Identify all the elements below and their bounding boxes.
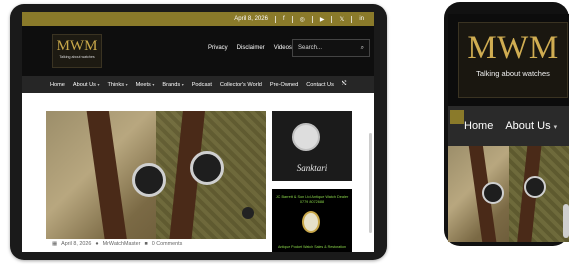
phone-screen: MWM Talking about watches Home About Us … [448, 14, 569, 242]
user-icon: ● [95, 241, 99, 247]
main-menu: Home About Us ▾ [448, 106, 569, 146]
divider [274, 15, 276, 23]
menu-item-label: About Us [505, 120, 551, 132]
divider [331, 15, 333, 23]
menu-item-meets[interactable]: Meets ▾ [136, 82, 155, 88]
menu-item-brands[interactable]: Brands ▾ [162, 82, 183, 88]
shuffle-icon[interactable]: ⤭ [342, 81, 346, 88]
divider [291, 15, 293, 23]
post-meta: ▦ April 8, 2026 ● MrWatchMaster ■ 0 Comm… [52, 241, 182, 247]
nav-disclaimer-link[interactable]: Disclaimer [237, 45, 265, 51]
logo-wordmark: MWM [467, 30, 559, 66]
menu-item-label: About Us [72, 81, 96, 88]
watch-image [482, 182, 504, 204]
ad-footer: Antique Pocket Watch Sales & Restoration [278, 245, 346, 249]
menu-item-label: Thinks [107, 81, 124, 88]
nav-videos-link[interactable]: Videos [274, 45, 292, 51]
ad-title: JC Barrett & Son Ltd Antique Watch Deale… [275, 195, 349, 204]
x-icon[interactable]: 𝕏 [339, 16, 344, 23]
chevron-down-icon: ▾ [97, 81, 100, 87]
comment-icon: ■ [144, 241, 148, 247]
watch-image [524, 176, 546, 198]
menu-item-thinks[interactable]: Thinks ▾ [108, 82, 128, 88]
facebook-icon[interactable]: f [283, 16, 285, 22]
scrollbar[interactable] [563, 204, 569, 238]
menu-item-home[interactable]: Home [464, 120, 493, 132]
menu-item-home[interactable]: Home [50, 82, 65, 88]
watch-image [292, 123, 320, 151]
top-bar-date: April 8, 2026 [234, 16, 268, 22]
sidebar-ad-pocket-watch[interactable]: JC Barrett & Son Ltd Antique Watch Deale… [272, 189, 352, 252]
secondary-nav: Privacy Disclaimer Videos [208, 45, 292, 51]
menu-item-label: Brands [162, 81, 181, 88]
button-image [242, 207, 254, 219]
youtube-icon[interactable]: ▶ [320, 16, 325, 23]
chevron-down-icon: ▾ [125, 81, 128, 87]
divider [351, 15, 353, 23]
chevron-down-icon: ▾ [553, 124, 558, 131]
menu-item-about-us[interactable]: About Us ▾ [505, 120, 557, 132]
post-date: April 8, 2026 [61, 241, 92, 247]
search-icon[interactable]: ⌕ [361, 45, 364, 52]
phone-device: MWM Talking about watches Home About Us … [438, 0, 569, 264]
linkedin-icon[interactable]: in [359, 16, 364, 22]
logo-tagline: Talking about watches [476, 69, 550, 78]
menu-item-collectors-world[interactable]: Collector's World [220, 82, 262, 88]
responsive-preview: April 8, 2026 f ◎ ▶ 𝕏 in MWM Talking abo… [0, 0, 569, 264]
tablet-screen: April 8, 2026 f ◎ ▶ 𝕏 in MWM Talking abo… [22, 12, 374, 252]
home-icon[interactable] [450, 110, 464, 124]
menu-item-podcast[interactable]: Podcast [192, 82, 212, 88]
post-author[interactable]: MrWatchMaster [103, 241, 141, 247]
site-logo[interactable]: MWM Talking about watches [52, 34, 102, 68]
menu-item-about-us[interactable]: About Us ▾ [73, 82, 100, 88]
nav-privacy-link[interactable]: Privacy [208, 45, 228, 51]
site-header: MWM Talking about watches Privacy Discla… [22, 26, 374, 76]
site-logo[interactable]: MWM Talking about watches [458, 22, 568, 98]
logo-wordmark: MWM [56, 38, 98, 54]
post-comments[interactable]: 0 Comments [152, 241, 183, 247]
logo-tagline: Talking about watches [59, 55, 95, 59]
menu-item-pre-owned[interactable]: Pre-Owned [270, 82, 298, 88]
search-input[interactable]: Search... ⌕ [292, 39, 370, 57]
scrollbar[interactable] [369, 133, 372, 233]
search-placeholder: Search... [298, 45, 323, 51]
calendar-icon: ▦ [52, 241, 58, 247]
sidebar-ad-sankari[interactable]: Sanktari [272, 111, 352, 181]
watch-image [190, 151, 224, 185]
content-area: ▦ April 8, 2026 ● MrWatchMaster ■ 0 Comm… [22, 93, 374, 252]
chevron-down-icon: ▾ [152, 81, 155, 87]
instagram-icon[interactable]: ◎ [300, 16, 305, 23]
divider [311, 15, 313, 23]
menu-item-contact-us[interactable]: Contact Us [306, 82, 334, 88]
featured-image[interactable] [46, 111, 266, 239]
ad-brand: Sanktari [296, 163, 328, 173]
watch-strap [86, 111, 128, 239]
watch-image [132, 163, 166, 197]
chevron-down-icon: ▾ [181, 81, 184, 87]
main-menu: Home About Us ▾ Thinks ▾ Meets ▾ Brands … [22, 76, 374, 93]
tablet-device: April 8, 2026 f ◎ ▶ 𝕏 in MWM Talking abo… [10, 4, 387, 260]
pocket-watch-image [302, 211, 320, 233]
site-header: MWM Talking about watches [448, 14, 569, 106]
top-bar: April 8, 2026 f ◎ ▶ 𝕏 in [22, 12, 374, 26]
featured-image[interactable] [448, 146, 569, 242]
menu-item-label: Meets [135, 81, 151, 88]
